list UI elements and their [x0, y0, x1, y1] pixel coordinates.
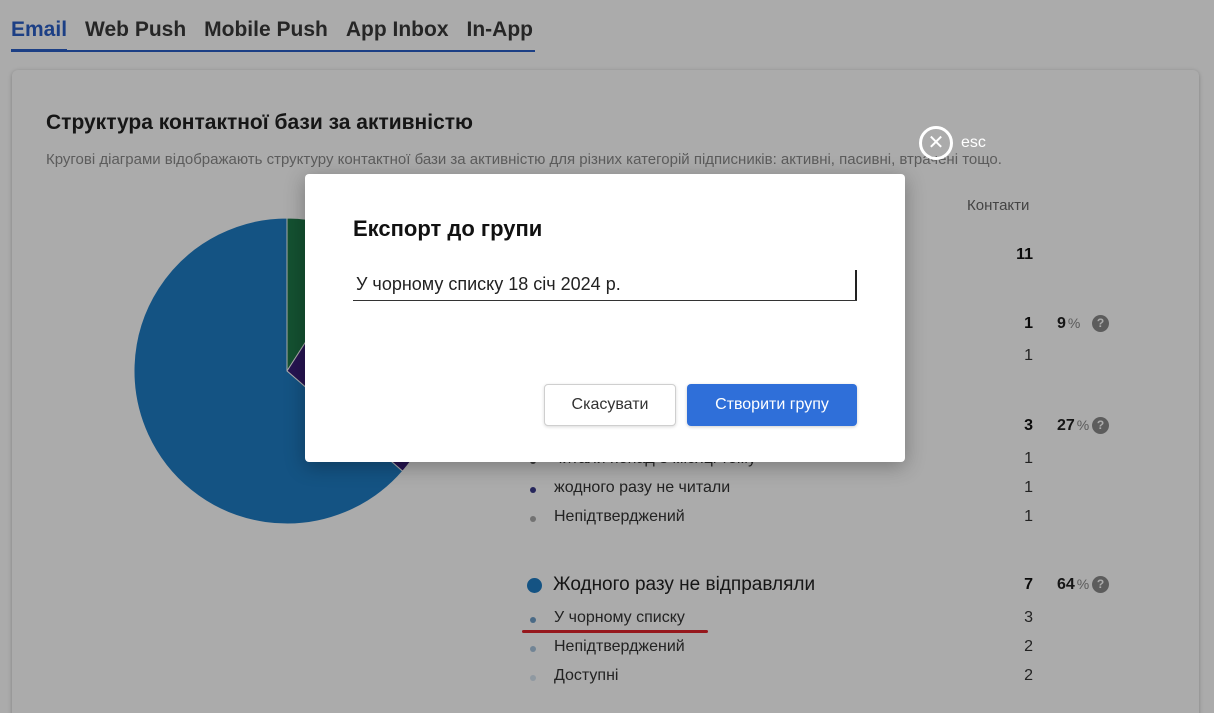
dialog-title: Експорт до групи — [353, 216, 543, 241]
esc-label: esc — [961, 134, 986, 151]
cancel-button[interactable]: Скасувати — [544, 384, 676, 426]
close-modal-button[interactable]: ✕ esc — [919, 126, 986, 160]
close-icon[interactable]: ✕ — [919, 126, 953, 160]
create-group-button[interactable]: Створити групу — [687, 384, 857, 426]
export-to-group-dialog: Експорт до групи Скасувати Створити груп… — [305, 174, 905, 462]
text-caret — [855, 270, 857, 300]
group-name-input[interactable] — [353, 269, 857, 301]
